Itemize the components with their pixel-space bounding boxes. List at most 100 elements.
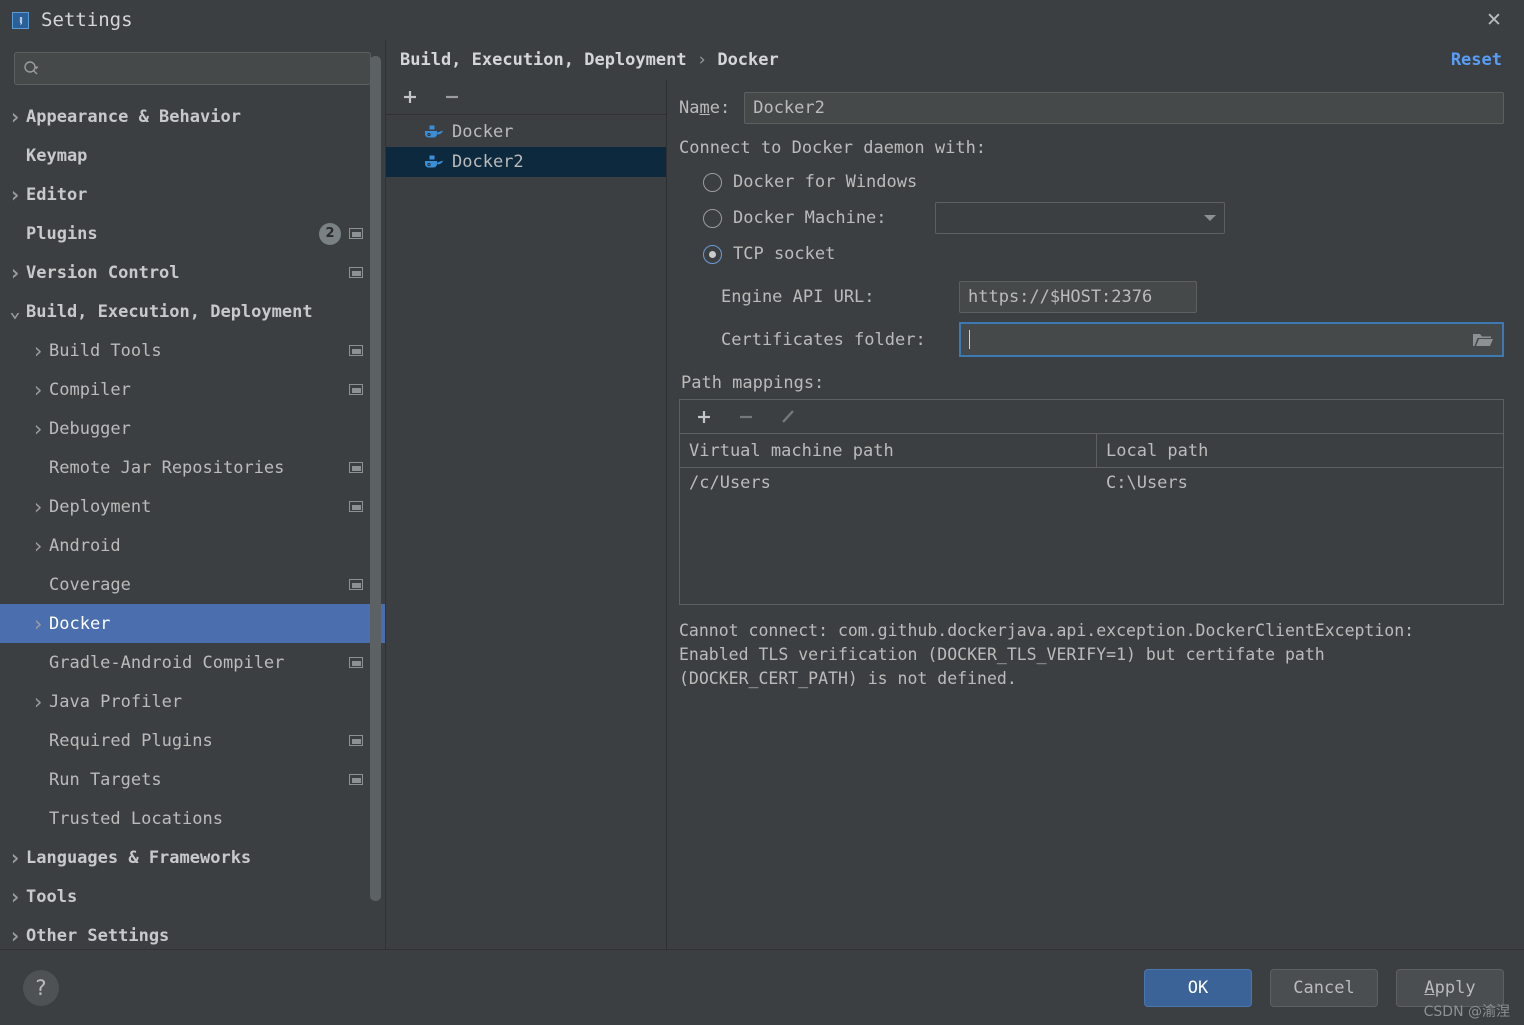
remove-server-button[interactable] — [440, 85, 464, 109]
sidebar-item-languages-frameworks[interactable]: › Languages & Frameworks — [0, 838, 385, 877]
sidebar-item-run-targets[interactable]: Run Targets — [0, 760, 385, 799]
docker-machine-combo[interactable] — [934, 202, 1225, 234]
sidebar-item-label: Build, Execution, Deployment — [26, 301, 313, 322]
plugin-count-badge: 2 — [319, 222, 341, 245]
sidebar-scrollbar-thumb[interactable] — [370, 56, 381, 901]
sidebar-item-plugins[interactable]: Plugins 2 — [0, 214, 385, 253]
sidebar-item-debugger[interactable]: › Debugger — [0, 409, 385, 448]
docker-server-item[interactable]: Docker2 — [386, 147, 666, 177]
window-title: Settings — [41, 9, 133, 31]
chevron-right-icon[interactable]: › — [27, 690, 49, 714]
certificates-folder-input[interactable] — [959, 322, 1504, 357]
sidebar-item-keymap[interactable]: Keymap — [0, 136, 385, 175]
path-mappings-table: Virtual machine path Local path /c/Users… — [679, 399, 1504, 605]
sidebar-item-label: Plugins — [26, 223, 98, 244]
chevron-right-icon[interactable]: › — [27, 612, 49, 636]
sidebar-item-trusted-locations[interactable]: Trusted Locations — [0, 799, 385, 838]
chevron-right-icon[interactable]: › — [4, 105, 26, 129]
project-scope-icon — [349, 345, 363, 356]
path-mappings-header: Virtual machine path Local path — [680, 434, 1503, 468]
sidebar-item-docker[interactable]: › Docker — [0, 604, 385, 643]
name-label: Name: — [679, 98, 731, 118]
sidebar-item-label: Java Profiler — [49, 691, 183, 712]
sidebar-item-coverage[interactable]: Coverage — [0, 565, 385, 604]
chevron-right-icon[interactable]: › — [27, 339, 49, 363]
content-area: Docker Docker2 Name: Docker2 Connect to D… — [386, 80, 1524, 949]
sidebar-item-label: Other Settings — [26, 925, 170, 946]
sidebar-item-deployment[interactable]: › Deployment — [0, 487, 385, 526]
sidebar-item-build-tools[interactable]: › Build Tools — [0, 331, 385, 370]
sidebar-item-label: Android — [49, 535, 121, 556]
chevron-right-icon[interactable]: › — [27, 378, 49, 402]
sidebar-item-label: Gradle-Android Compiler — [49, 652, 285, 673]
folder-icon[interactable] — [1472, 331, 1494, 349]
search-input[interactable] — [46, 59, 362, 78]
chevron-down-icon — [1203, 215, 1216, 221]
search-icon — [23, 60, 40, 77]
chevron-right-icon[interactable]: › — [4, 183, 26, 207]
docker-server-item[interactable]: Docker — [386, 117, 666, 147]
project-scope-icon — [349, 462, 363, 473]
settings-tree: › Appearance & Behavior Keymap › Editor Plu… — [0, 95, 385, 949]
chevron-right-icon[interactable]: › — [4, 846, 26, 870]
chevron-right-icon[interactable]: › — [4, 924, 26, 948]
project-scope-icon — [349, 267, 363, 278]
sidebar-item-build-execution-deployment[interactable]: ⌄ Build, Execution, Deployment — [0, 292, 385, 331]
cancel-button[interactable]: Cancel — [1270, 968, 1378, 1007]
project-scope-icon — [349, 774, 363, 785]
add-mapping-button[interactable] — [692, 405, 716, 429]
engine-api-url-input[interactable]: https://$HOST:2376 — [959, 281, 1197, 313]
sidebar-item-compiler[interactable]: › Compiler — [0, 370, 385, 409]
sidebar-item-remote-jar-repositories[interactable]: Remote Jar Repositories — [0, 448, 385, 487]
radio-label-docker-for-windows: Docker for Windows — [733, 172, 918, 192]
close-icon[interactable]: ✕ — [1474, 6, 1514, 34]
chevron-right-icon[interactable]: › — [27, 417, 49, 441]
chevron-down-icon[interactable]: ⌄ — [4, 302, 26, 320]
radio-docker-for-windows[interactable]: Docker for Windows — [679, 164, 1504, 200]
sidebar-item-version-control[interactable]: › Version Control — [0, 253, 385, 292]
column-header-local-path[interactable]: Local path — [1097, 434, 1503, 467]
chevron-right-icon[interactable]: › — [27, 534, 49, 558]
radio-docker-machine[interactable]: Docker Machine: — [679, 200, 1504, 236]
help-button[interactable]: ? — [23, 969, 59, 1006]
sidebar-item-label: Editor — [26, 184, 88, 205]
docker-whale-icon — [424, 124, 444, 140]
column-header-vm-path[interactable]: Virtual machine path — [680, 434, 1097, 467]
chevron-right-icon[interactable]: › — [4, 261, 26, 285]
radio-icon-tcp-socket — [703, 244, 722, 264]
sidebar-item-android[interactable]: › Android — [0, 526, 385, 565]
chevron-right-icon[interactable]: › — [27, 495, 49, 519]
sidebar-item-label: Languages & Frameworks — [26, 847, 252, 868]
server-list-toolbar — [386, 80, 666, 115]
edit-mapping-button[interactable] — [776, 405, 800, 429]
breadcrumb: Build, Execution, Deployment › Docker — [400, 50, 779, 70]
docker-server-label: Docker — [452, 122, 514, 142]
sidebar-item-editor[interactable]: › Editor — [0, 175, 385, 214]
chevron-right-icon[interactable]: › — [4, 885, 26, 909]
table-row[interactable]: /c/Users C:\Users — [680, 468, 1503, 498]
docker-settings-form: Name: Docker2 Connect to Docker daemon w… — [667, 80, 1524, 949]
project-scope-icon — [349, 657, 363, 668]
sidebar-item-appearance-behavior[interactable]: › Appearance & Behavior — [0, 97, 385, 136]
sidebar-item-required-plugins[interactable]: Required Plugins — [0, 721, 385, 760]
sidebar-item-label: Deployment — [49, 496, 152, 517]
ok-button[interactable]: OK — [1144, 968, 1252, 1007]
sidebar-item-other-settings[interactable]: › Other Settings — [0, 916, 385, 949]
sidebar-item-label: Debugger — [49, 418, 131, 439]
sidebar-item-gradle-android-compiler[interactable]: Gradle-Android Compiler — [0, 643, 385, 682]
remove-mapping-button[interactable] — [734, 405, 758, 429]
search-box[interactable] — [14, 52, 371, 85]
add-server-button[interactable] — [398, 85, 422, 109]
breadcrumb-separator: › — [696, 50, 708, 70]
breadcrumb-root[interactable]: Build, Execution, Deployment — [400, 50, 687, 70]
sidebar-item-tools[interactable]: › Tools — [0, 877, 385, 916]
sidebar-item-java-profiler[interactable]: › Java Profiler — [0, 682, 385, 721]
radio-tcp-socket[interactable]: TCP socket — [679, 236, 1504, 272]
name-input[interactable]: Docker2 — [744, 92, 1504, 124]
reset-link[interactable]: Reset — [1451, 50, 1502, 70]
radio-icon-docker-machine — [703, 208, 722, 228]
engine-api-url-label: Engine API URL: — [721, 287, 875, 307]
